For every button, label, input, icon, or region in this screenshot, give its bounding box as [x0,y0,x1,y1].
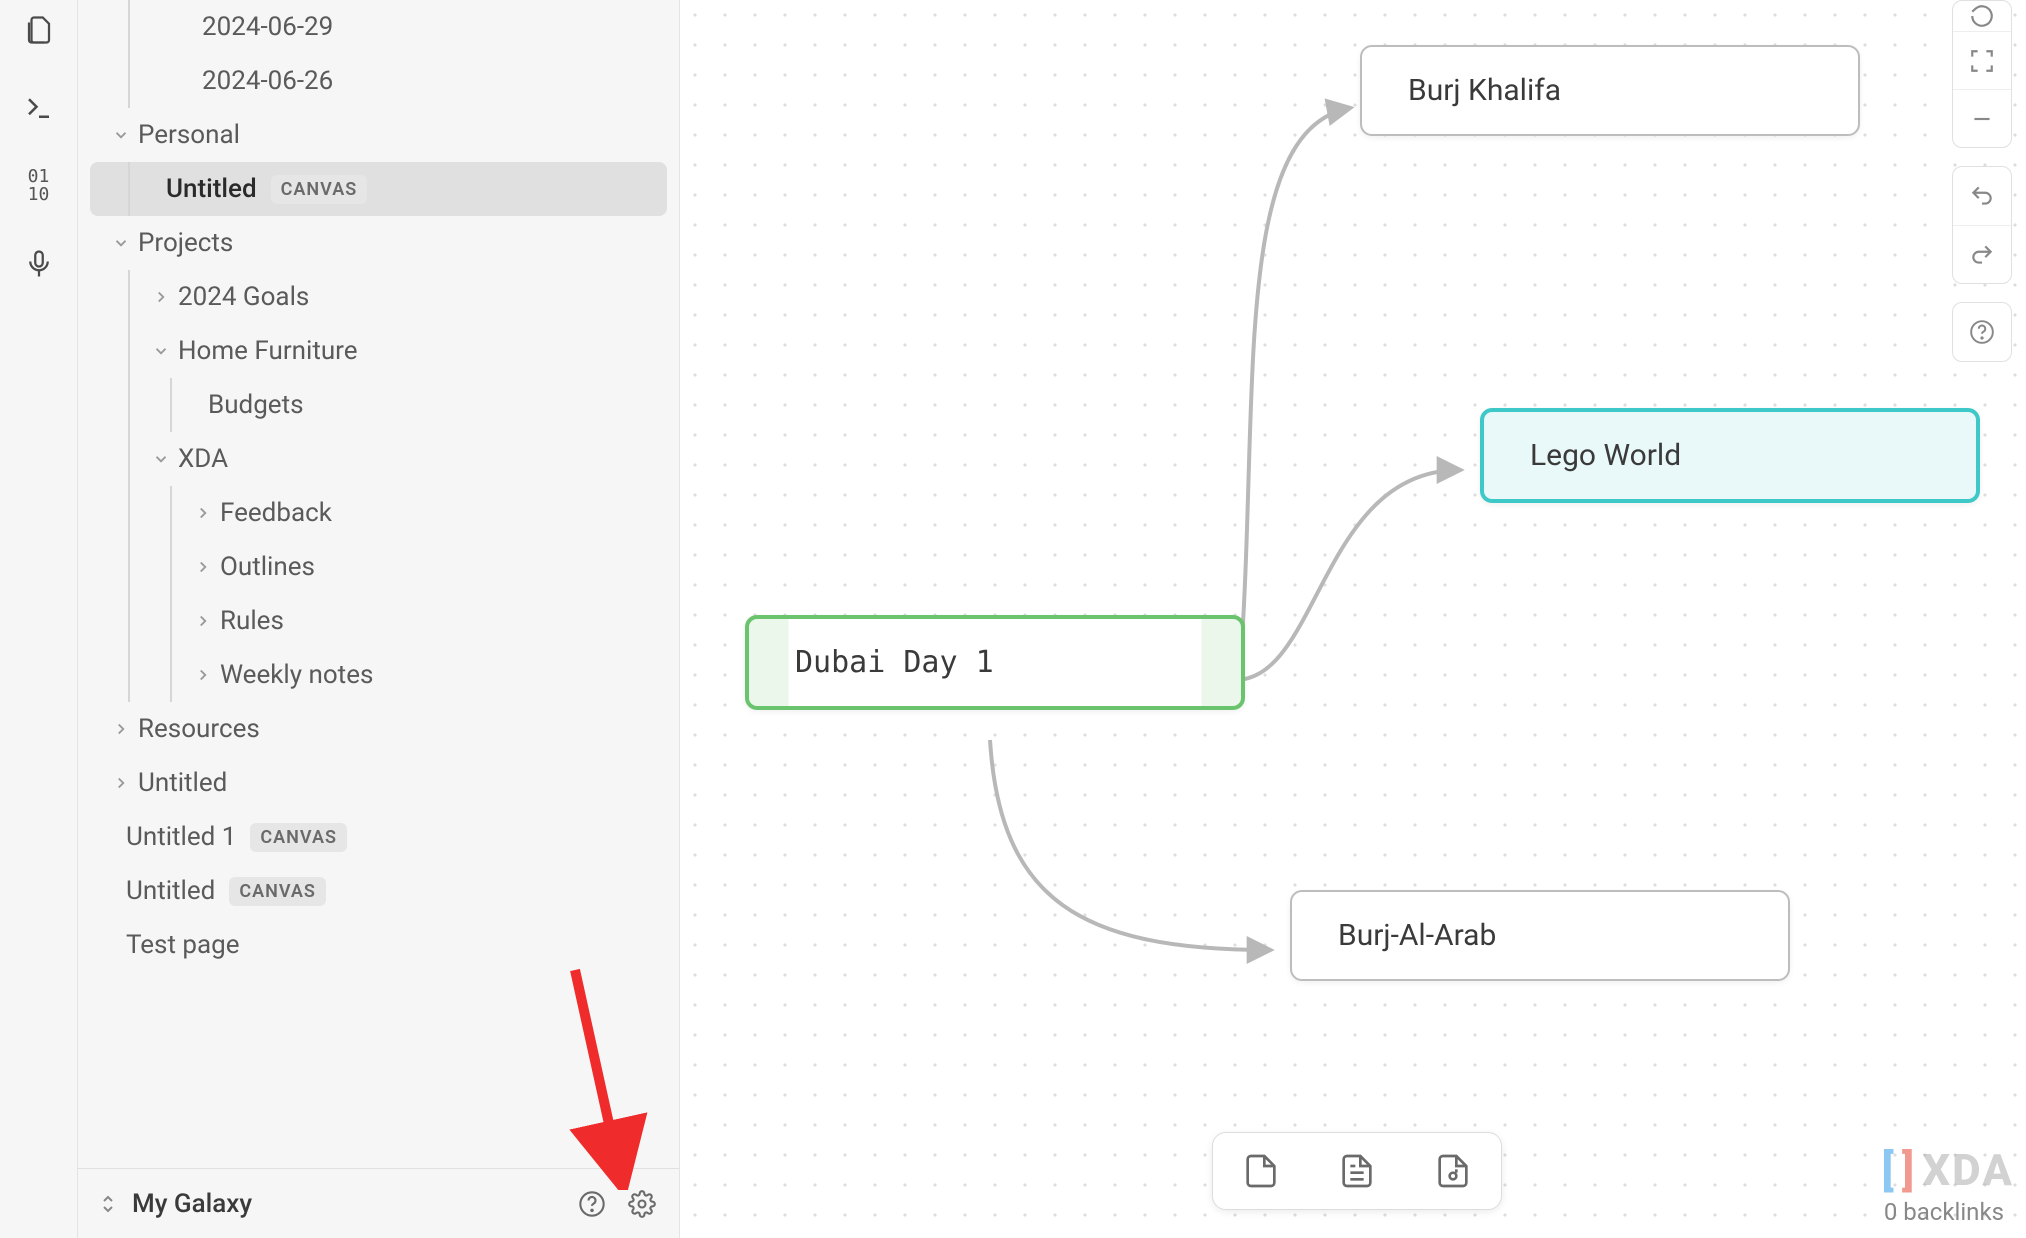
tree-item-label: 2024 Goals [178,282,309,312]
new-note-icon[interactable] [1213,1133,1309,1209]
tree-item-label: 2024-06-29 [202,12,333,42]
undo-icon[interactable] [1953,167,2011,225]
tree-item-label: Untitled 1 [126,822,236,852]
tree-item-label: Weekly notes [220,660,373,690]
tree-item[interactable]: 2024-06-26 [90,54,667,108]
canvas-help-icon[interactable] [1953,303,2011,361]
chevron-right-icon[interactable] [192,556,214,578]
chevron-none-icon [110,826,120,848]
tree-item[interactable]: Test page [90,918,667,972]
chevron-none-icon [110,934,120,956]
chevron-none-icon [192,394,202,416]
tree-item[interactable]: Personal [90,108,667,162]
tree-item-label: Projects [138,228,233,258]
tree-item-label: Rules [220,606,284,636]
chevron-down-icon[interactable] [110,232,132,254]
files-icon[interactable] [15,6,63,54]
tree-item-label: Outlines [220,552,315,582]
fullscreen-icon[interactable] [1953,31,2011,89]
sidebar: 2024-06-29 2024-06-26 Personal Untitled CANV… [78,0,680,1238]
chevron-right-icon[interactable] [150,286,172,308]
chevron-right-icon[interactable] [192,610,214,632]
tree-item[interactable]: Untitled CANVAS [90,162,667,216]
chevron-none-icon [186,70,196,92]
tree-item-label: Home Furniture [178,336,358,366]
node-label: Burj-Al-Arab [1338,918,1496,953]
canvas-node-root[interactable]: Dubai Day 1 [745,615,1245,710]
tree-item-label: Test page [126,930,240,960]
file-tree: 2024-06-29 2024-06-26 Personal Untitled CANV… [78,0,679,1168]
chevron-right-icon[interactable] [110,718,132,740]
redo-icon[interactable] [1953,225,2011,283]
tree-item[interactable]: 2024-06-29 [90,0,667,54]
tree-item[interactable]: Home Furniture [90,324,667,378]
tree-item-label: Untitled [138,768,227,798]
chevron-down-icon[interactable] [150,448,172,470]
canvas-badge: CANVAS [271,175,368,204]
help-icon[interactable] [573,1185,611,1223]
xda-watermark: []XDA [1882,1144,2014,1196]
tree-item-label: Resources [138,714,260,744]
chevron-down-icon[interactable] [110,124,132,146]
tree-item[interactable]: Untitled [90,756,667,810]
mic-icon[interactable] [15,240,63,288]
tree-item-label: XDA [178,444,228,474]
chevron-none-icon [110,880,120,902]
chevron-right-icon[interactable] [110,772,132,794]
node-label: Burj Khalifa [1408,73,1561,108]
settings-icon[interactable] [623,1185,661,1223]
chevron-right-icon[interactable] [192,502,214,524]
zoom-reset-icon[interactable] [1953,1,2011,31]
tree-item-label: Personal [138,120,240,150]
zoom-out-icon[interactable] [1953,89,2011,147]
tree-item[interactable]: 2024 Goals [90,270,667,324]
tree-item[interactable]: Weekly notes [90,648,667,702]
canvas-controls [1952,0,2012,362]
tree-item[interactable]: Untitled CANVAS [90,864,667,918]
canvas-badge: CANVAS [250,823,347,852]
tree-item-label: Feedback [220,498,332,528]
new-media-icon[interactable] [1405,1133,1501,1209]
icon-rail: 0110 [0,0,78,1238]
canvas-node-burj-al-arab[interactable]: Burj-Al-Arab [1290,890,1790,981]
tree-item-label: Untitled [166,174,257,204]
chevron-right-icon[interactable] [192,664,214,686]
canvas-node-lego-world[interactable]: Lego World [1480,408,1980,503]
vault-switcher-icon[interactable] [96,1192,120,1216]
canvas-node-burj-khalifa[interactable]: Burj Khalifa [1360,45,1860,136]
node-label: Lego World [1530,438,1681,473]
tree-item[interactable]: Rules [90,594,667,648]
sidebar-footer: My Galaxy [78,1168,679,1238]
canvas-toolbar [1212,1132,1502,1210]
tree-item[interactable]: Resources [90,702,667,756]
tree-item[interactable]: XDA [90,432,667,486]
chevron-none-icon [150,178,160,200]
canvas-badge: CANVAS [229,877,326,906]
tree-item[interactable]: Feedback [90,486,667,540]
chevron-none-icon [186,16,196,38]
chevron-down-icon[interactable] [150,340,172,362]
canvas-area[interactable]: Dubai Day 1 Burj Khalifa Lego World Burj… [680,0,2026,1238]
vault-name[interactable]: My Galaxy [132,1189,561,1219]
terminal-icon[interactable] [15,84,63,132]
tree-item[interactable]: Projects [90,216,667,270]
binary-icon[interactable]: 0110 [15,162,63,210]
tree-item[interactable]: Outlines [90,540,667,594]
tree-item-label: Untitled [126,876,215,906]
tree-item[interactable]: Untitled 1 CANVAS [90,810,667,864]
node-label: Dubai Day 1 [795,645,994,680]
backlinks-count[interactable]: 0 backlinks [1884,1198,2004,1226]
tree-item-label: Budgets [208,390,304,420]
tree-item-label: 2024-06-26 [202,66,333,96]
new-text-icon[interactable] [1309,1133,1405,1209]
tree-item[interactable]: Budgets [90,378,667,432]
